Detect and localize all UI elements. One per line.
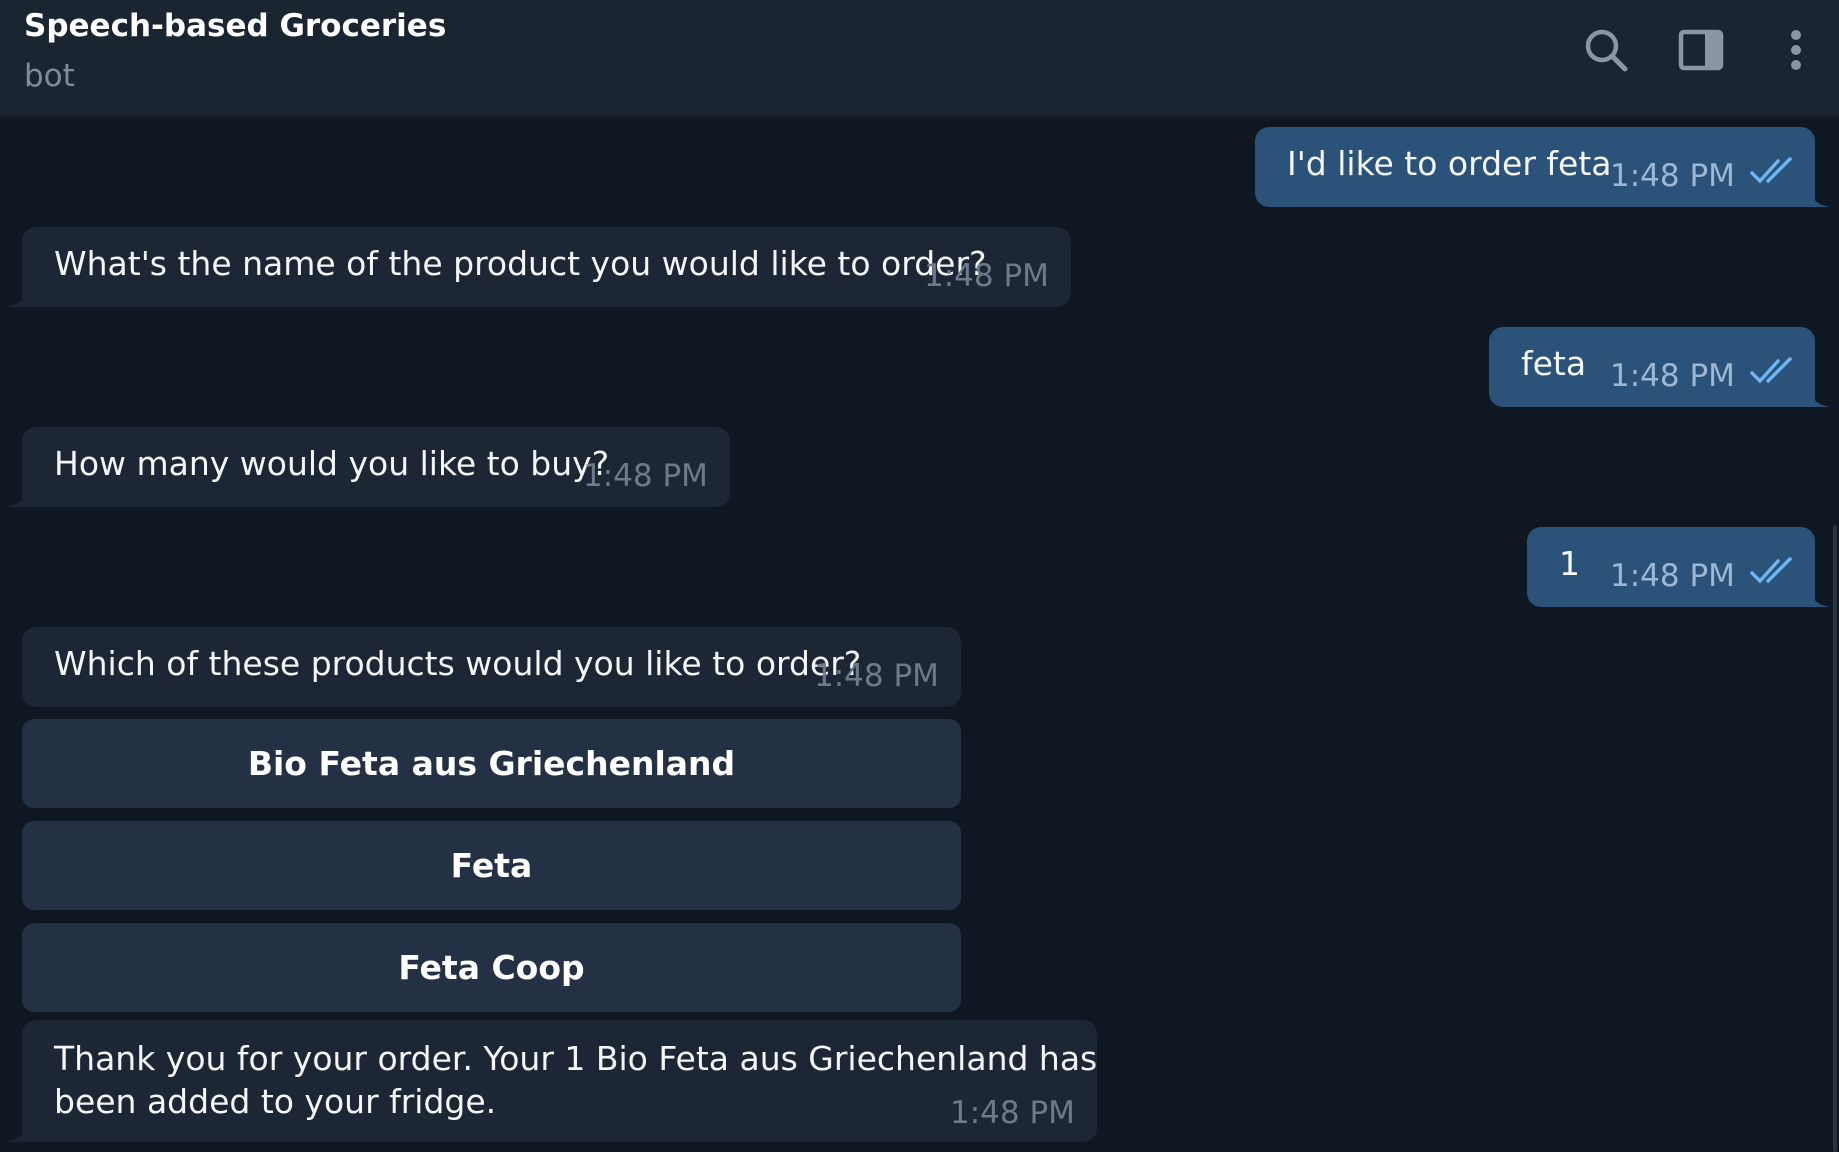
message-time: 1:48 PM bbox=[1610, 158, 1735, 194]
bubble-tail bbox=[6, 1120, 28, 1142]
message-outgoing[interactable]: 1 1:48 PM bbox=[1527, 527, 1815, 607]
chat-scrollbar[interactable] bbox=[1833, 525, 1837, 1152]
bubble-tail bbox=[6, 485, 28, 507]
keyboard-button[interactable]: Feta bbox=[22, 821, 961, 910]
message-time: 1:48 PM bbox=[950, 1095, 1075, 1131]
message-outgoing[interactable]: feta 1:48 PM bbox=[1489, 327, 1815, 407]
message-text: How many would you like to buy? bbox=[54, 444, 610, 483]
message-time: 1:48 PM bbox=[1610, 358, 1735, 394]
bubble-tail bbox=[1808, 585, 1830, 607]
chat-subtitle: bot bbox=[24, 58, 75, 94]
message-incoming[interactable]: Which of these products would you like t… bbox=[22, 627, 961, 707]
message-text: Which of these products would you like t… bbox=[54, 644, 862, 683]
message-text: 1 bbox=[1559, 544, 1580, 583]
double-check-icon bbox=[1750, 357, 1792, 383]
keyboard-button[interactable]: Feta Coop bbox=[22, 923, 961, 1012]
message-incoming[interactable]: How many would you like to buy? 1:48 PM bbox=[22, 427, 730, 507]
message-text: What's the name of the product you would… bbox=[54, 244, 987, 283]
double-check-icon bbox=[1750, 557, 1792, 583]
message-incoming[interactable]: What's the name of the product you would… bbox=[22, 227, 1071, 307]
message-incoming[interactable]: Thank you for your order. Your 1 Bio Fet… bbox=[22, 1020, 1097, 1142]
message-text-line1: Thank you for your order. Your 1 Bio Fet… bbox=[54, 1039, 1098, 1078]
search-icon[interactable] bbox=[1580, 24, 1632, 76]
header-divider bbox=[0, 116, 1839, 118]
chat-title[interactable]: Speech-based Groceries bbox=[24, 8, 446, 44]
bubble-tail bbox=[1808, 385, 1830, 407]
chat-header: Speech-based Groceries bot bbox=[0, 0, 1839, 116]
message-time: 1:48 PM bbox=[583, 458, 708, 494]
bubble-tail bbox=[6, 285, 28, 307]
sidebar-toggle-icon[interactable] bbox=[1675, 24, 1727, 76]
message-text: feta bbox=[1521, 344, 1587, 383]
keyboard-button[interactable]: Bio Feta aus Griechenland bbox=[22, 719, 961, 808]
more-vertical-icon[interactable] bbox=[1770, 24, 1822, 76]
message-text: I'd like to order feta bbox=[1287, 144, 1612, 183]
message-time: 1:48 PM bbox=[924, 258, 1049, 294]
message-text-line2: been added to your fridge. bbox=[54, 1082, 497, 1121]
message-time: 1:48 PM bbox=[1610, 558, 1735, 594]
message-outgoing[interactable]: I'd like to order feta 1:48 PM bbox=[1255, 127, 1815, 207]
bubble-tail bbox=[1808, 185, 1830, 207]
double-check-icon bbox=[1750, 157, 1792, 183]
message-time: 1:48 PM bbox=[814, 658, 939, 694]
